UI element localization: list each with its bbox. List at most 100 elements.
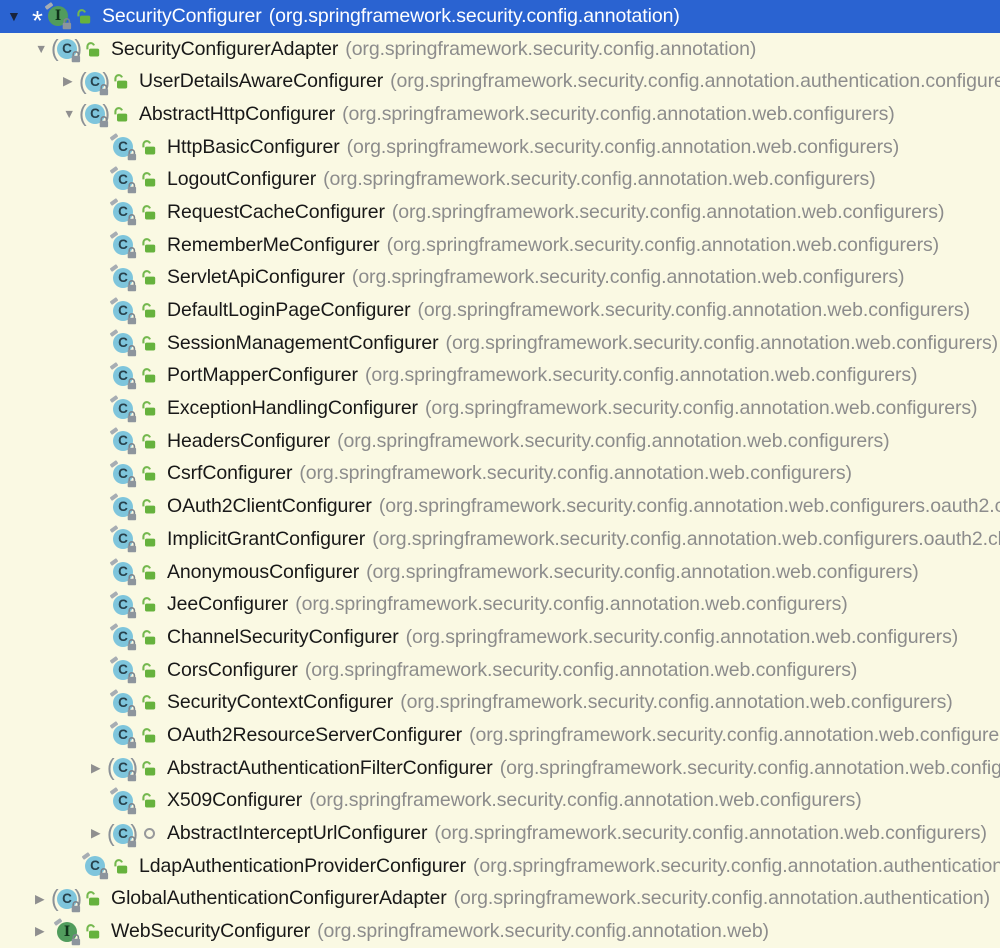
tree-row[interactable]: ▶(C)UserDetailsAwareConfigurer(org.sprin… bbox=[0, 65, 1000, 98]
public-open-padlock-icon bbox=[140, 498, 158, 515]
package-name: (org.springframework.security.config.ann… bbox=[299, 462, 852, 485]
class-name: RememberMeConfigurer bbox=[167, 234, 380, 257]
readonly-lock-icon bbox=[126, 377, 138, 390]
visibility-icon bbox=[138, 498, 160, 515]
visibility-icon bbox=[110, 106, 132, 123]
class-icon: C bbox=[112, 561, 135, 583]
readonly-lock-icon bbox=[126, 410, 138, 423]
chevron-right-icon[interactable]: ▶ bbox=[34, 925, 56, 938]
visibility-icon bbox=[138, 335, 160, 352]
public-open-padlock-icon bbox=[140, 596, 158, 613]
public-open-padlock-icon bbox=[140, 302, 158, 319]
package-name: (org.springframework.security.config.ann… bbox=[342, 103, 895, 126]
tree-row[interactable]: CCsrfConfigurer(org.springframework.secu… bbox=[0, 458, 1000, 491]
tree-row[interactable]: CSecurityContextConfigurer(org.springfra… bbox=[0, 686, 1000, 719]
class-name: SecurityConfigurer bbox=[102, 5, 262, 28]
public-open-padlock-icon bbox=[140, 139, 158, 156]
visibility-icon bbox=[110, 858, 132, 875]
tree-row[interactable]: CImplicitGrantConfigurer(org.springframe… bbox=[0, 523, 1000, 556]
class-name: JeeConfigurer bbox=[167, 593, 288, 616]
tree-row[interactable]: ▼(C)AbstractHttpConfigurer(org.springfra… bbox=[0, 98, 1000, 131]
visibility-icon bbox=[138, 433, 160, 450]
tree-row[interactable]: CX509Configurer(org.springframework.secu… bbox=[0, 785, 1000, 818]
tree-row[interactable]: CLdapAuthenticationProviderConfigurer(or… bbox=[0, 850, 1000, 883]
class-name: ExceptionHandlingConfigurer bbox=[167, 397, 418, 420]
class-name: RequestCacheConfigurer bbox=[167, 201, 385, 224]
class-icon: (C) bbox=[112, 823, 135, 845]
public-open-padlock-icon bbox=[140, 531, 158, 548]
package-name: (org.springframework.security.config.ann… bbox=[417, 299, 970, 322]
package-name: (org.springframework.security.config.ann… bbox=[434, 822, 987, 845]
tree-row[interactable]: COAuth2ResourceServerConfigurer(org.spri… bbox=[0, 719, 1000, 752]
visibility-icon bbox=[82, 923, 104, 940]
readonly-lock-icon bbox=[126, 442, 138, 455]
tree-row[interactable]: CChannelSecurityConfigurer(org.springfra… bbox=[0, 621, 1000, 654]
public-open-padlock-icon bbox=[140, 727, 158, 744]
tree-row[interactable]: CJeeConfigurer(org.springframework.secur… bbox=[0, 588, 1000, 621]
tree-row[interactable]: CDefaultLoginPageConfigurer(org.springfr… bbox=[0, 294, 1000, 327]
tree-row[interactable]: CRequestCacheConfigurer(org.springframew… bbox=[0, 196, 1000, 229]
class-icon: C bbox=[112, 496, 135, 518]
tree-row[interactable]: CCorsConfigurer(org.springframework.secu… bbox=[0, 654, 1000, 687]
package-name: (org.springframework.security.config.ann… bbox=[400, 691, 953, 714]
package-name: (org.springframework.security.config.ann… bbox=[469, 724, 1000, 747]
tree-row[interactable]: COAuth2ClientConfigurer(org.springframew… bbox=[0, 490, 1000, 523]
tree-row[interactable]: CRememberMeConfigurer(org.springframewor… bbox=[0, 229, 1000, 262]
public-open-padlock-icon bbox=[140, 335, 158, 352]
class-icon: C bbox=[84, 855, 107, 877]
package-name: (org.springframework.security.config.ann… bbox=[473, 855, 1000, 878]
package-name: (org.springframework.security.config.ann… bbox=[269, 5, 680, 28]
package-name: (org.springframework.security.config.ann… bbox=[454, 887, 990, 910]
package-name: (org.springframework.security.config.ann… bbox=[366, 561, 919, 584]
tree-row[interactable]: CExceptionHandlingConfigurer(org.springf… bbox=[0, 392, 1000, 425]
tree-row[interactable]: CLogoutConfigurer(org.springframework.se… bbox=[0, 163, 1000, 196]
public-open-padlock-icon bbox=[140, 629, 158, 646]
readonly-lock-icon bbox=[126, 704, 138, 717]
tree-row[interactable]: ▼*ISecurityConfigurer(org.springframewor… bbox=[0, 0, 1000, 33]
readonly-lock-icon bbox=[70, 50, 82, 63]
tree-row[interactable]: ▶IWebSecurityConfigurer(org.springframew… bbox=[0, 915, 1000, 948]
package-name: (org.springframework.security.config.ann… bbox=[379, 495, 1000, 518]
class-icon: C bbox=[112, 430, 135, 452]
readonly-lock-icon bbox=[126, 835, 138, 848]
tree-row[interactable]: ▼(C)SecurityConfigurerAdapter(org.spring… bbox=[0, 33, 1000, 66]
package-name: (org.springframework.security.config.ann… bbox=[345, 38, 756, 61]
visibility-icon bbox=[138, 662, 160, 679]
tree-row[interactable]: CHttpBasicConfigurer(org.springframework… bbox=[0, 131, 1000, 164]
visibility-icon bbox=[138, 237, 160, 254]
class-name: UserDetailsAwareConfigurer bbox=[139, 70, 383, 93]
package-name: (org.springframework.security.config.ann… bbox=[365, 364, 918, 387]
visibility-icon bbox=[138, 828, 160, 839]
visibility-icon bbox=[138, 171, 160, 188]
tree-row[interactable]: CAnonymousConfigurer(org.springframework… bbox=[0, 556, 1000, 589]
visibility-icon bbox=[82, 890, 104, 907]
visibility-icon bbox=[138, 302, 160, 319]
readonly-lock-icon bbox=[126, 508, 138, 521]
class-icon: C bbox=[112, 463, 135, 485]
tree-row[interactable]: CSessionManagementConfigurer(org.springf… bbox=[0, 327, 1000, 360]
tree-row[interactable]: CServletApiConfigurer(org.springframewor… bbox=[0, 262, 1000, 295]
tree-row[interactable]: CPortMapperConfigurer(org.springframewor… bbox=[0, 360, 1000, 393]
class-icon: C bbox=[112, 659, 135, 681]
package-name: (org.springframework.security.config.ann… bbox=[406, 626, 959, 649]
tree-row[interactable]: ▶(C)AbstractInterceptUrlConfigurer(org.s… bbox=[0, 817, 1000, 850]
class-name: AbstractAuthenticationFilterConfigurer bbox=[167, 757, 493, 780]
class-icon: C bbox=[112, 692, 135, 714]
class-icon: C bbox=[112, 169, 135, 191]
readonly-lock-icon bbox=[126, 606, 138, 619]
chevron-down-icon[interactable]: ▼ bbox=[6, 9, 28, 23]
readonly-lock-icon bbox=[61, 17, 73, 30]
class-icon: C bbox=[112, 332, 135, 354]
class-name: ServletApiConfigurer bbox=[167, 266, 345, 289]
tree-row[interactable]: CHeadersConfigurer(org.springframework.s… bbox=[0, 425, 1000, 458]
package-name: (org.springframework.security.config.ann… bbox=[295, 593, 848, 616]
readonly-lock-icon bbox=[98, 83, 110, 96]
class-name: SecurityConfigurerAdapter bbox=[111, 38, 338, 61]
class-icon: C bbox=[112, 234, 135, 256]
tree-row[interactable]: ▶(C)GlobalAuthenticationConfigurerAdapte… bbox=[0, 883, 1000, 916]
tree-row[interactable]: ▶(C)AbstractAuthenticationFilterConfigur… bbox=[0, 752, 1000, 785]
class-icon: (C) bbox=[56, 38, 79, 60]
package-private-icon bbox=[144, 828, 155, 839]
visibility-icon bbox=[138, 204, 160, 221]
visibility-icon bbox=[138, 531, 160, 548]
